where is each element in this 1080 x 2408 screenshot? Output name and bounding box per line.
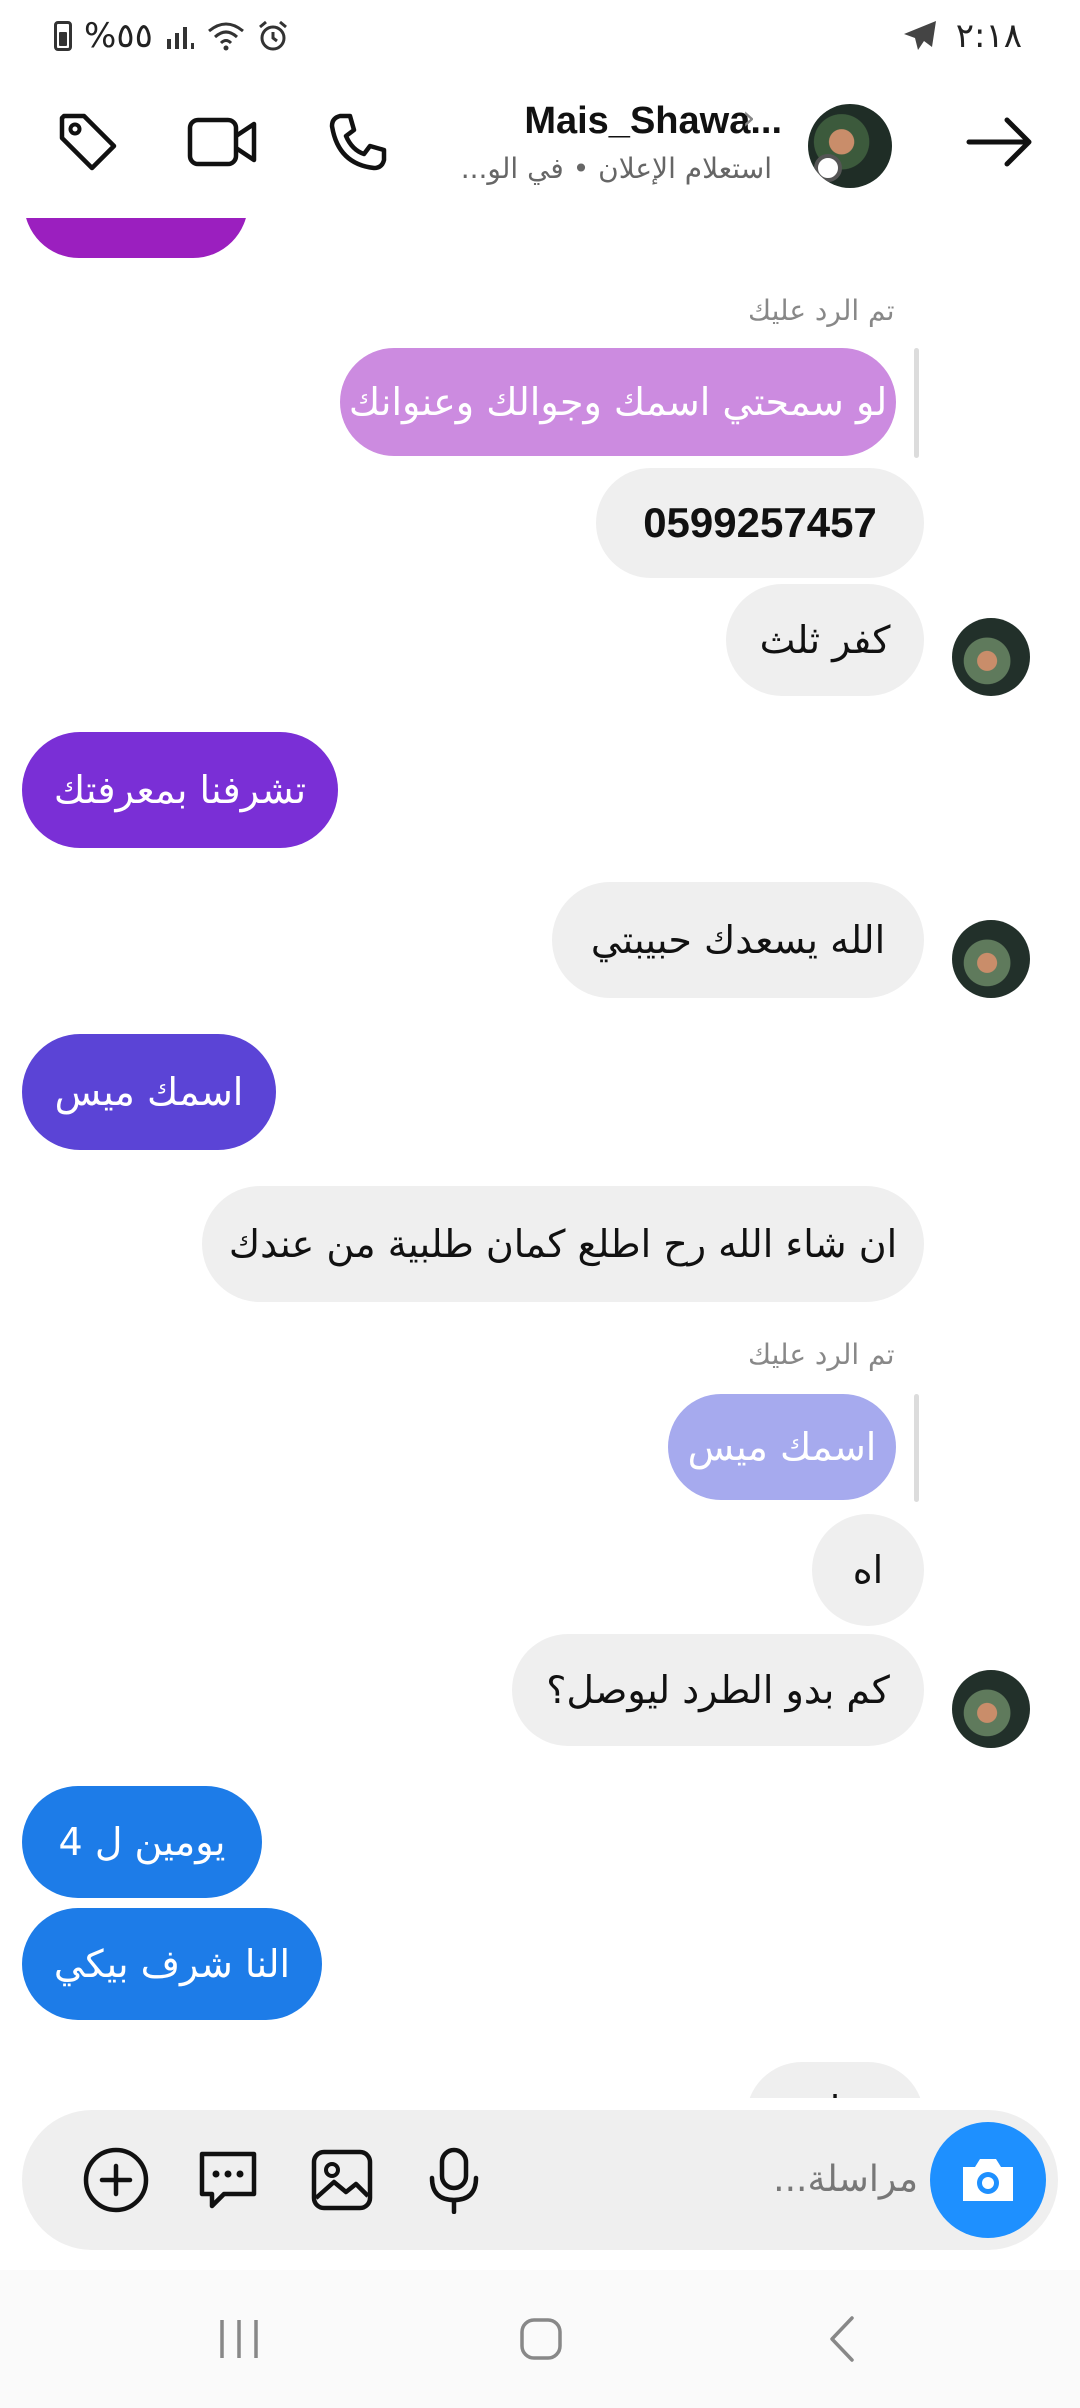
phone-icon[interactable]	[316, 100, 400, 184]
camera-button[interactable]	[930, 2122, 1046, 2238]
message-list[interactable]: تم الرد عليك لو سمحتي اسمك وجوالك وعنوان…	[0, 218, 1080, 2098]
alarm-icon	[258, 20, 287, 51]
quoted-message[interactable]: اسمك ميس	[668, 1394, 896, 1500]
story-moon-icon	[814, 154, 842, 182]
message-received[interactable]: كفر ثلث	[726, 584, 924, 696]
contact-avatar[interactable]	[808, 104, 892, 188]
message-received[interactable]: الله يسعدك حبيبتي	[552, 882, 924, 998]
message-received[interactable]: اه	[812, 1514, 924, 1626]
message-sent[interactable]: تشرفنا بمعرفتك	[22, 732, 338, 848]
message-received-partial[interactable]: ا	[746, 2062, 924, 2098]
chat-header: Mais_Shawa... › استعلام الإعلان • في الو…	[0, 78, 1080, 218]
camera-icon	[963, 2159, 1013, 2201]
back-icon[interactable]	[798, 2304, 888, 2374]
sticker-icon[interactable]	[186, 2138, 270, 2222]
quoted-message[interactable]: لو سمحتي اسمك وجوالك وعنوانك	[340, 348, 896, 456]
mic-icon[interactable]	[412, 2138, 496, 2222]
message-bubble-cutoff[interactable]	[24, 218, 248, 258]
chat-title[interactable]: Mais_Shawa...	[452, 100, 782, 143]
status-left: %٥٥	[54, 14, 289, 58]
chevron-right-icon[interactable]: ›	[742, 98, 756, 138]
signal-icon	[166, 27, 194, 49]
message-received[interactable]: ان شاء الله رح اطلع كمان طلبية من عندك	[202, 1186, 924, 1302]
battery-icon	[54, 21, 72, 51]
message-input[interactable]	[522, 2146, 918, 2212]
telegram-icon	[903, 21, 936, 50]
message-received[interactable]: كم بدو الطرد ليوصل؟	[512, 1634, 924, 1746]
video-call-icon[interactable]	[180, 100, 264, 184]
sender-avatar[interactable]	[952, 920, 1030, 998]
recents-icon[interactable]	[194, 2304, 284, 2374]
reply-bar	[914, 1394, 919, 1502]
status-bar: %٥٥ ٢:١٨	[0, 0, 1080, 76]
back-arrow-icon[interactable]	[958, 100, 1042, 184]
clock: ٢:١٨	[955, 16, 1022, 56]
system-nav-bar	[0, 2270, 1080, 2408]
reply-label: تم الرد عليك	[748, 294, 895, 327]
reply-bar	[914, 348, 919, 458]
message-sent[interactable]: يومين ل 4	[22, 1786, 262, 1898]
sender-avatar[interactable]	[952, 1670, 1030, 1748]
tag-icon[interactable]	[46, 100, 130, 184]
message-phone[interactable]: 0599257457	[596, 468, 924, 578]
message-composer	[22, 2110, 1058, 2250]
gallery-icon[interactable]	[300, 2138, 384, 2222]
battery-text: %٥٥	[84, 16, 153, 56]
sender-avatar[interactable]	[952, 618, 1030, 696]
plus-icon[interactable]	[74, 2138, 158, 2222]
chat-subtitle: استعلام الإعلان • في الو...	[460, 152, 772, 185]
home-icon[interactable]	[496, 2304, 586, 2374]
reply-label: تم الرد عليك	[748, 1338, 895, 1371]
wifi-icon	[207, 22, 244, 51]
message-sent[interactable]: النا شرف بيكي	[22, 1908, 322, 2020]
status-right: ٢:١٨	[902, 14, 1022, 58]
message-sent[interactable]: اسمك ميس	[22, 1034, 276, 1150]
chat-screen: %٥٥ ٢:١٨ Mais_Shawa... › استعلام الإعلان…	[0, 0, 1080, 2408]
